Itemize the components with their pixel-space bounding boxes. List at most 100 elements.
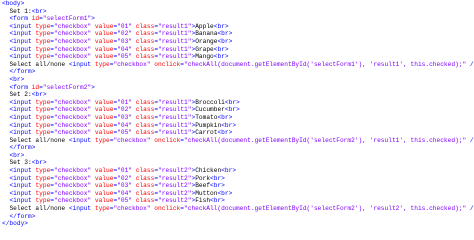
code-line[interactable]: </form> [2, 213, 474, 221]
code-line[interactable]: <input type="checkbox" value="04" class=… [2, 190, 474, 198]
code-token-str: "checkAll(document.getElementById('selec… [184, 136, 467, 144]
code-editor[interactable]: <body> Set 1:<br> <form id="selectForm1"… [2, 0, 474, 228]
code-token-attr: value [94, 182, 114, 190]
code-line[interactable]: Select all/none <input type="checkbox" o… [2, 205, 474, 213]
code-token-str: "result1" [158, 37, 192, 45]
code-token-tag: <input [9, 106, 36, 114]
code-token-tag: <br> [224, 106, 240, 114]
code-line[interactable]: </form> [2, 68, 474, 76]
code-token-text: Select all/none [9, 205, 69, 213]
code-line[interactable]: Select all/none <input type="checkbox" o… [2, 137, 474, 145]
code-token-str: "result1" [158, 53, 192, 61]
code-token-str: "checkAll(document.getElementById('selec… [184, 60, 467, 68]
code-token-tag: <br> [31, 159, 47, 167]
code-line[interactable]: <input type="checkbox" value="02" class=… [2, 106, 474, 114]
code-line[interactable]: <input type="checkbox" value="05" class=… [2, 129, 474, 137]
code-token-attr: value [94, 22, 114, 30]
code-token-attr: value [94, 167, 114, 175]
code-line[interactable]: <br> [2, 152, 474, 160]
code-token-text: Broccoli [195, 98, 225, 106]
code-line[interactable]: Set 1:<br> [2, 8, 474, 16]
code-token-tag: <input [9, 167, 36, 175]
code-token-tag: <br> [210, 197, 225, 205]
code-line[interactable]: <br> [2, 76, 474, 84]
code-line[interactable]: <input type="checkbox" value="01" class=… [2, 99, 474, 107]
code-line[interactable]: <body> [2, 0, 474, 8]
code-token-tag: <input [9, 37, 36, 45]
code-token-tag: <br> [217, 113, 233, 121]
code-token-tag: <br> [224, 98, 240, 106]
code-token-str: "result1" [158, 106, 192, 114]
code-token-str: "result2" [158, 182, 192, 190]
code-token-tag: <br> [213, 22, 229, 30]
code-line[interactable]: </form> [2, 144, 474, 152]
code-token-str: "checkbox" [54, 45, 92, 53]
code-line[interactable]: Set 3:<br> [2, 159, 474, 167]
code-token-attr: onclick [154, 60, 181, 68]
code-token-text: Grape [195, 45, 214, 53]
code-token-attr: class [135, 167, 155, 175]
code-token-tag: <input [9, 182, 36, 190]
code-token-attr: class [135, 37, 155, 45]
code-token-attr: type [35, 121, 51, 129]
code-line[interactable]: Select all/none <input type="checkbox" o… [2, 61, 474, 69]
code-token-attr: value [94, 129, 114, 137]
code-line[interactable]: <input type="checkbox" value="02" class=… [2, 175, 474, 183]
code-token-text: Set 1: [9, 7, 32, 15]
code-token-text: Pork [195, 174, 211, 182]
code-token-attr: value [94, 98, 114, 106]
code-token-attr: class [135, 182, 155, 190]
code-token-tag: <br> [221, 121, 237, 129]
code-token-attr: class [135, 174, 155, 182]
code-token-tag: <input [9, 121, 36, 129]
code-token-tag: <input [68, 136, 95, 144]
code-line[interactable]: </body> [2, 220, 474, 228]
code-token-str: "02" [117, 174, 133, 182]
code-token-tag: </body> [2, 220, 28, 228]
code-token-attr: type [94, 60, 110, 68]
code-token-text: Banana [195, 30, 218, 38]
code-line[interactable]: <input type="checkbox" value="04" class=… [2, 122, 474, 130]
code-token-attr: type [35, 98, 51, 106]
code-token-str: "02" [117, 30, 133, 38]
code-token-str: "checkbox" [113, 136, 151, 144]
code-token-str: "04" [117, 189, 133, 197]
code-line[interactable]: <input type="checkbox" value="01" class=… [2, 167, 474, 175]
code-line[interactable]: <input type="checkbox" value="02" class=… [2, 30, 474, 38]
code-token-attr: value [94, 113, 114, 121]
code-token-attr: class [135, 189, 155, 197]
code-token-str: "result1" [158, 22, 192, 30]
code-token-str: "checkbox" [54, 37, 92, 45]
code-token-str: "checkbox" [54, 98, 92, 106]
code-token-str: "checkbox" [54, 129, 92, 137]
code-token-str: "result2" [158, 174, 192, 182]
code-token-attr: class [135, 121, 155, 129]
code-token-str: "03" [117, 182, 133, 190]
code-line[interactable]: <input type="checkbox" value="04" class=… [2, 46, 474, 54]
code-token-str: "03" [117, 113, 133, 121]
code-token-tag: <input [9, 129, 36, 137]
code-line[interactable]: <input type="checkbox" value="01" class=… [2, 23, 474, 31]
code-token-tag: <form [9, 83, 32, 91]
code-token-tag: <br> [217, 129, 233, 137]
code-token-attr: type [35, 182, 51, 190]
code-token-tag: <input [9, 22, 36, 30]
code-line[interactable]: Set 2:<br> [2, 91, 474, 99]
code-token-tag: <input [9, 45, 36, 53]
code-token-attr: onclick [154, 205, 181, 213]
code-token-tag: <br> [213, 45, 229, 53]
code-line[interactable]: <input type="checkbox" value="05" class=… [2, 197, 474, 205]
code-line[interactable]: <input type="checkbox" value="05" class=… [2, 53, 474, 61]
code-token-text: Select all/none [9, 136, 69, 144]
code-line[interactable]: <form id="selectForm2"> [2, 84, 474, 92]
code-line[interactable]: <input type="checkbox" value="03" class=… [2, 114, 474, 122]
code-line[interactable]: <form id="selectForm1"> [2, 15, 474, 23]
code-token-tag: </form> [9, 144, 36, 152]
code-token-str: "checkbox" [54, 22, 92, 30]
code-line[interactable]: <input type="checkbox" value="03" class=… [2, 182, 474, 190]
code-token-tag: <input [9, 113, 36, 121]
code-token-attr: type [35, 129, 51, 137]
code-token-str: "checkbox" [54, 197, 92, 205]
code-line[interactable]: <input type="checkbox" value="03" class=… [2, 38, 474, 46]
code-token-tag: <input [9, 174, 36, 182]
